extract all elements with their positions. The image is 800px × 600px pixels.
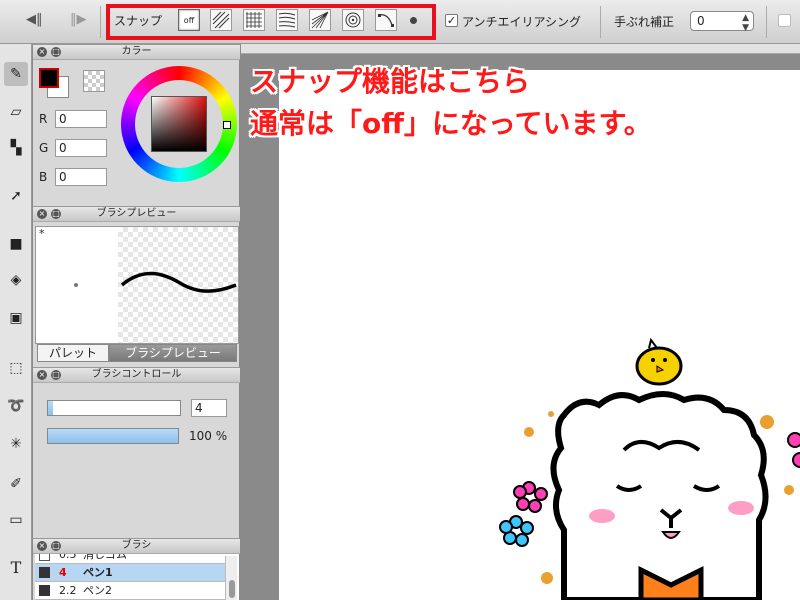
toolbar-divider [100,6,101,38]
parallel-lines-icon [212,11,230,29]
brush-size-input[interactable]: 4 [191,399,227,417]
color-panel-header: × □ カラー [33,44,240,60]
saturation-value-square[interactable] [151,96,207,152]
tab-palette[interactable]: パレット [37,344,109,362]
stabilizer-label: 手ぶれ補正 [614,15,675,29]
lasso-tool-icon[interactable]: ➰ [4,394,28,418]
float-icon[interactable]: □ [51,47,61,57]
r-input[interactable]: 0 [55,110,107,128]
pen-tool-icon[interactable]: ✎ [4,62,28,86]
stroke-preview [118,227,238,343]
brush-opacity-slider[interactable] [47,428,179,444]
brush-color-icon [39,585,50,596]
brush-preview-panel-header: × □ ブラシプレビュー [33,206,240,222]
snap-grid-button[interactable] [243,9,265,31]
dot-tool-icon[interactable]: ▚ [4,136,28,160]
b-label: B [39,170,48,184]
extra-checkbox[interactable] [778,14,791,27]
curve-icon [378,14,394,27]
brush-color-icon [39,567,50,578]
gradient-tool-icon[interactable]: ▣ [4,306,28,330]
brush-preview-area: * [35,226,239,344]
annotation-line-1: スナップ機能はこちら [250,65,531,98]
float-icon[interactable]: □ [51,209,61,219]
perspective-icon [311,11,329,29]
close-icon[interactable]: × [37,47,47,57]
snap-curve-button[interactable] [375,9,397,31]
curved-lines-icon [278,12,296,28]
tab-brush-preview[interactable]: ブラシプレビュー [109,344,237,362]
close-icon[interactable]: × [37,209,47,219]
foreground-color-swatch[interactable] [39,68,59,88]
antialias-checkbox[interactable]: ✓ [445,14,458,27]
brush-list: 0.5 消しゴム 4 ペン1 2.2 ペン2 [35,554,239,600]
step-back-icon[interactable]: ◀‖ [26,12,43,27]
brush-size-fill [48,401,54,415]
top-toolbar: ◀‖ ‖▶ スナップ off ✓ アンチエイリアシング 手ぶれ補正 0 ▲ ▼ [0,0,800,44]
step-forward-icon[interactable]: ‖▶ [70,12,87,27]
float-icon[interactable]: □ [51,541,61,551]
snap-off-button[interactable]: off [178,9,200,31]
close-icon[interactable]: × [37,541,47,551]
tool-column: ✎ ▱ ▚ ➚ ■ ◈ ▣ ⬚ ➰ ✳ ✐ ▭ T [0,44,32,600]
brush-control-panel-header: × □ ブラシコントロール [33,367,240,383]
list-item[interactable]: 0.5 消しゴム [35,554,225,564]
toolbar-divider [600,6,601,38]
select-eraser-tool-icon[interactable]: ▭ [4,508,28,532]
snap-dot-button[interactable] [410,17,417,24]
brush-preview-panel-title: ブラシプレビュー [96,208,177,219]
text-tool-icon[interactable]: T [4,556,28,580]
alpaca-illustration [499,337,800,600]
select-pen-tool-icon[interactable]: ✐ [4,472,28,496]
transparent-color-swatch[interactable] [83,70,105,92]
color-panel-title: カラー [121,46,152,57]
ruler [241,44,800,54]
antialias-label: アンチエイリアシング [462,15,582,29]
g-input[interactable]: 0 [55,139,107,157]
close-icon[interactable]: × [37,370,47,380]
g-label: G [39,141,49,155]
updown-arrows-icon: ▲ ▼ [742,13,749,33]
list-item[interactable]: 4 ペン1 [35,564,225,582]
eraser-tool-icon[interactable]: ▱ [4,100,28,124]
hue-handle[interactable] [223,121,231,129]
move-tool-icon[interactable]: ➚ [4,184,28,208]
snap-curved-lines-button[interactable] [276,9,298,31]
rect-select-tool-icon[interactable]: ⬚ [4,356,28,380]
list-item[interactable]: 2.2 ペン2 [35,582,225,600]
brush-panel-header: × □ ブラシ [33,538,240,554]
snap-parallel-button[interactable] [210,9,232,31]
brush-opacity-fill [48,429,178,443]
stroke-preview-line [120,271,237,293]
snap-label: スナップ [114,14,163,28]
brush-opacity-value: 100 % [189,429,228,443]
magic-wand-tool-icon[interactable]: ✳ [4,432,28,456]
snap-concentric-button[interactable] [342,9,364,31]
stabilizer-select[interactable]: 0 ▲ ▼ [690,11,754,33]
annotation-line-2: 通常は「off」になっています。 [250,107,652,140]
bucket-tool-icon[interactable]: ◈ [4,268,28,292]
b-input[interactable]: 0 [55,168,107,186]
float-icon[interactable]: □ [51,370,61,380]
brush-dot [74,283,78,287]
brush-list-scrollbar[interactable] [225,556,237,600]
drawing-canvas[interactable] [279,70,800,600]
brush-size-slider[interactable] [47,400,181,416]
scroll-thumb[interactable] [229,580,235,598]
concentric-icon [345,12,361,28]
r-label: R [39,112,48,126]
brush-color-icon [39,554,50,561]
brush-marker: * [39,227,45,240]
panel-column: × □ カラー R 0 G 0 B 0 × □ ブラシプレビュー * パレット … [33,44,240,600]
fill-rect-tool-icon[interactable]: ■ [4,232,28,256]
grid-icon [246,12,262,28]
brush-control-panel-title: ブラシコントロール [91,369,182,380]
snap-perspective-button[interactable] [309,9,331,31]
toolbar-divider [766,6,767,38]
brush-panel-title: ブラシ [121,540,152,551]
